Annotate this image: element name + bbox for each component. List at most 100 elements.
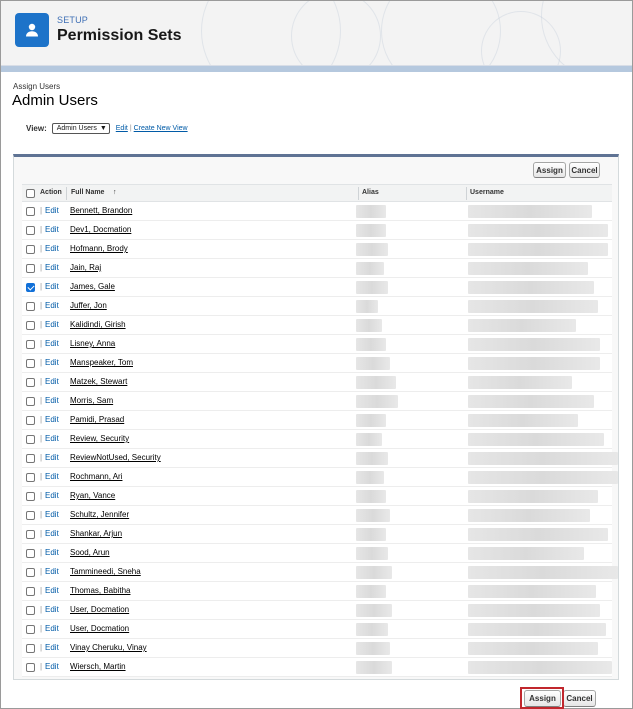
row-checkbox[interactable] [26, 587, 35, 596]
row-full-name-link[interactable]: Schultz, Jennifer [70, 510, 129, 519]
view-label: View: [26, 123, 47, 133]
row-full-name-link[interactable]: Review, Security [70, 434, 129, 443]
row-full-name-link[interactable]: Wiersch, Martin [70, 662, 126, 671]
cancel-button-bottom[interactable]: Cancel [563, 690, 596, 707]
row-checkbox[interactable] [26, 568, 35, 577]
row-checkbox[interactable] [26, 511, 35, 520]
row-full-name-link[interactable]: ReviewNotUsed, Security [70, 453, 161, 462]
row-full-name-link[interactable]: Vinay Cheruku, Vinay [70, 643, 147, 652]
row-edit-link[interactable]: Edit [45, 453, 59, 462]
row-checkbox[interactable] [26, 530, 35, 539]
column-username[interactable]: Username [470, 189, 504, 196]
row-full-name-link[interactable]: Pamidi, Prasad [70, 415, 124, 424]
table-row: | Edit ReviewNotUsed, Security [22, 449, 618, 468]
row-checkbox[interactable] [26, 625, 35, 634]
row-edit-link[interactable]: Edit [45, 396, 59, 405]
view-row: View: Admin Users ▼ Edit | Create New Vi… [26, 121, 188, 135]
row-edit-link[interactable]: Edit [45, 624, 59, 633]
create-new-view-link[interactable]: Create New View [134, 125, 188, 132]
row-full-name-link[interactable]: User, Docmation [70, 624, 129, 633]
row-edit-link[interactable]: Edit [45, 358, 59, 367]
row-full-name-link[interactable]: Shankar, Arjun [70, 529, 122, 538]
table-row: | Edit Lisney, Anna [22, 335, 612, 354]
column-alias[interactable]: Alias [362, 189, 379, 196]
cancel-button-top[interactable]: Cancel [569, 162, 600, 178]
row-edit-link[interactable]: Edit [45, 415, 59, 424]
row-checkbox[interactable] [26, 549, 35, 558]
row-full-name-link[interactable]: Matzek, Stewart [70, 377, 127, 386]
row-edit-link[interactable]: Edit [45, 491, 59, 500]
row-edit-link[interactable]: Edit [45, 529, 59, 538]
row-checkbox[interactable] [26, 397, 35, 406]
row-edit-link[interactable]: Edit [45, 339, 59, 348]
redacted-alias [356, 471, 384, 484]
row-checkbox[interactable] [26, 283, 35, 292]
row-full-name-link[interactable]: Morris, Sam [70, 396, 113, 405]
row-edit-link[interactable]: Edit [45, 567, 59, 576]
row-checkbox[interactable] [26, 207, 35, 216]
row-edit-link[interactable]: Edit [45, 510, 59, 519]
row-edit-link[interactable]: Edit [45, 548, 59, 557]
row-checkbox[interactable] [26, 359, 35, 368]
assign-button-top[interactable]: Assign [533, 162, 566, 178]
row-full-name-link[interactable]: James, Gale [70, 282, 115, 291]
edit-view-link[interactable]: Edit [116, 125, 128, 132]
row-full-name-link[interactable]: Juffer, Jon [70, 301, 107, 310]
row-separator: | [40, 339, 43, 348]
row-full-name-link[interactable]: Thomas, Babitha [70, 586, 130, 595]
row-full-name-link[interactable]: Hofmann, Brody [70, 244, 128, 253]
row-edit-link[interactable]: Edit [45, 282, 59, 291]
view-separator: | [129, 124, 132, 132]
row-edit-link[interactable]: Edit [45, 244, 59, 253]
redacted-alias [356, 642, 390, 655]
row-edit-link[interactable]: Edit [45, 301, 59, 310]
row-full-name-link[interactable]: Rochmann, Ari [70, 472, 122, 481]
row-checkbox[interactable] [26, 435, 35, 444]
row-edit-link[interactable]: Edit [45, 434, 59, 443]
column-full-name[interactable]: Full Name [71, 189, 104, 196]
row-separator: | [40, 605, 43, 614]
row-edit-link[interactable]: Edit [45, 320, 59, 329]
row-checkbox[interactable] [26, 264, 35, 273]
row-edit-link[interactable]: Edit [45, 206, 59, 215]
row-full-name-link[interactable]: Dev1, Docmation [70, 225, 131, 234]
row-full-name-link[interactable]: Kalidindi, Girish [70, 320, 126, 329]
row-edit-link[interactable]: Edit [45, 377, 59, 386]
row-edit-link[interactable]: Edit [45, 472, 59, 481]
row-full-name-link[interactable]: Lisney, Anna [70, 339, 115, 348]
row-full-name-link[interactable]: Ryan, Vance [70, 491, 115, 500]
row-checkbox[interactable] [26, 340, 35, 349]
row-edit-link[interactable]: Edit [45, 643, 59, 652]
row-checkbox[interactable] [26, 226, 35, 235]
row-checkbox[interactable] [26, 454, 35, 463]
row-full-name-link[interactable]: Tammineedi, Sneha [70, 567, 141, 576]
row-edit-link[interactable]: Edit [45, 605, 59, 614]
redacted-username [468, 452, 618, 465]
row-full-name-link[interactable]: User, Docmation [70, 605, 129, 614]
row-separator: | [40, 662, 43, 671]
row-checkbox[interactable] [26, 606, 35, 615]
row-checkbox[interactable] [26, 644, 35, 653]
table-row: | Edit Schultz, Jennifer [22, 506, 612, 525]
row-checkbox[interactable] [26, 378, 35, 387]
row-checkbox[interactable] [26, 416, 35, 425]
row-full-name-link[interactable]: Sood, Arun [70, 548, 110, 557]
row-checkbox[interactable] [26, 473, 35, 482]
row-checkbox[interactable] [26, 663, 35, 672]
view-select[interactable]: Admin Users ▼ [51, 122, 110, 134]
row-edit-link[interactable]: Edit [45, 225, 59, 234]
select-all-checkbox[interactable] [26, 189, 35, 198]
sort-ascending-icon[interactable]: ↑ [113, 189, 117, 196]
row-full-name-link[interactable]: Manspeaker, Tom [70, 358, 133, 367]
row-checkbox[interactable] [26, 302, 35, 311]
row-edit-link[interactable]: Edit [45, 586, 59, 595]
row-edit-link[interactable]: Edit [45, 662, 59, 671]
row-checkbox[interactable] [26, 492, 35, 501]
row-full-name-link[interactable]: Bennett, Brandon [70, 206, 132, 215]
row-edit-link[interactable]: Edit [45, 263, 59, 272]
row-checkbox[interactable] [26, 245, 35, 254]
row-checkbox[interactable] [26, 321, 35, 330]
row-full-name-link[interactable]: Jain, Raj [70, 263, 101, 272]
redacted-username [468, 414, 578, 427]
redacted-alias [356, 528, 386, 541]
